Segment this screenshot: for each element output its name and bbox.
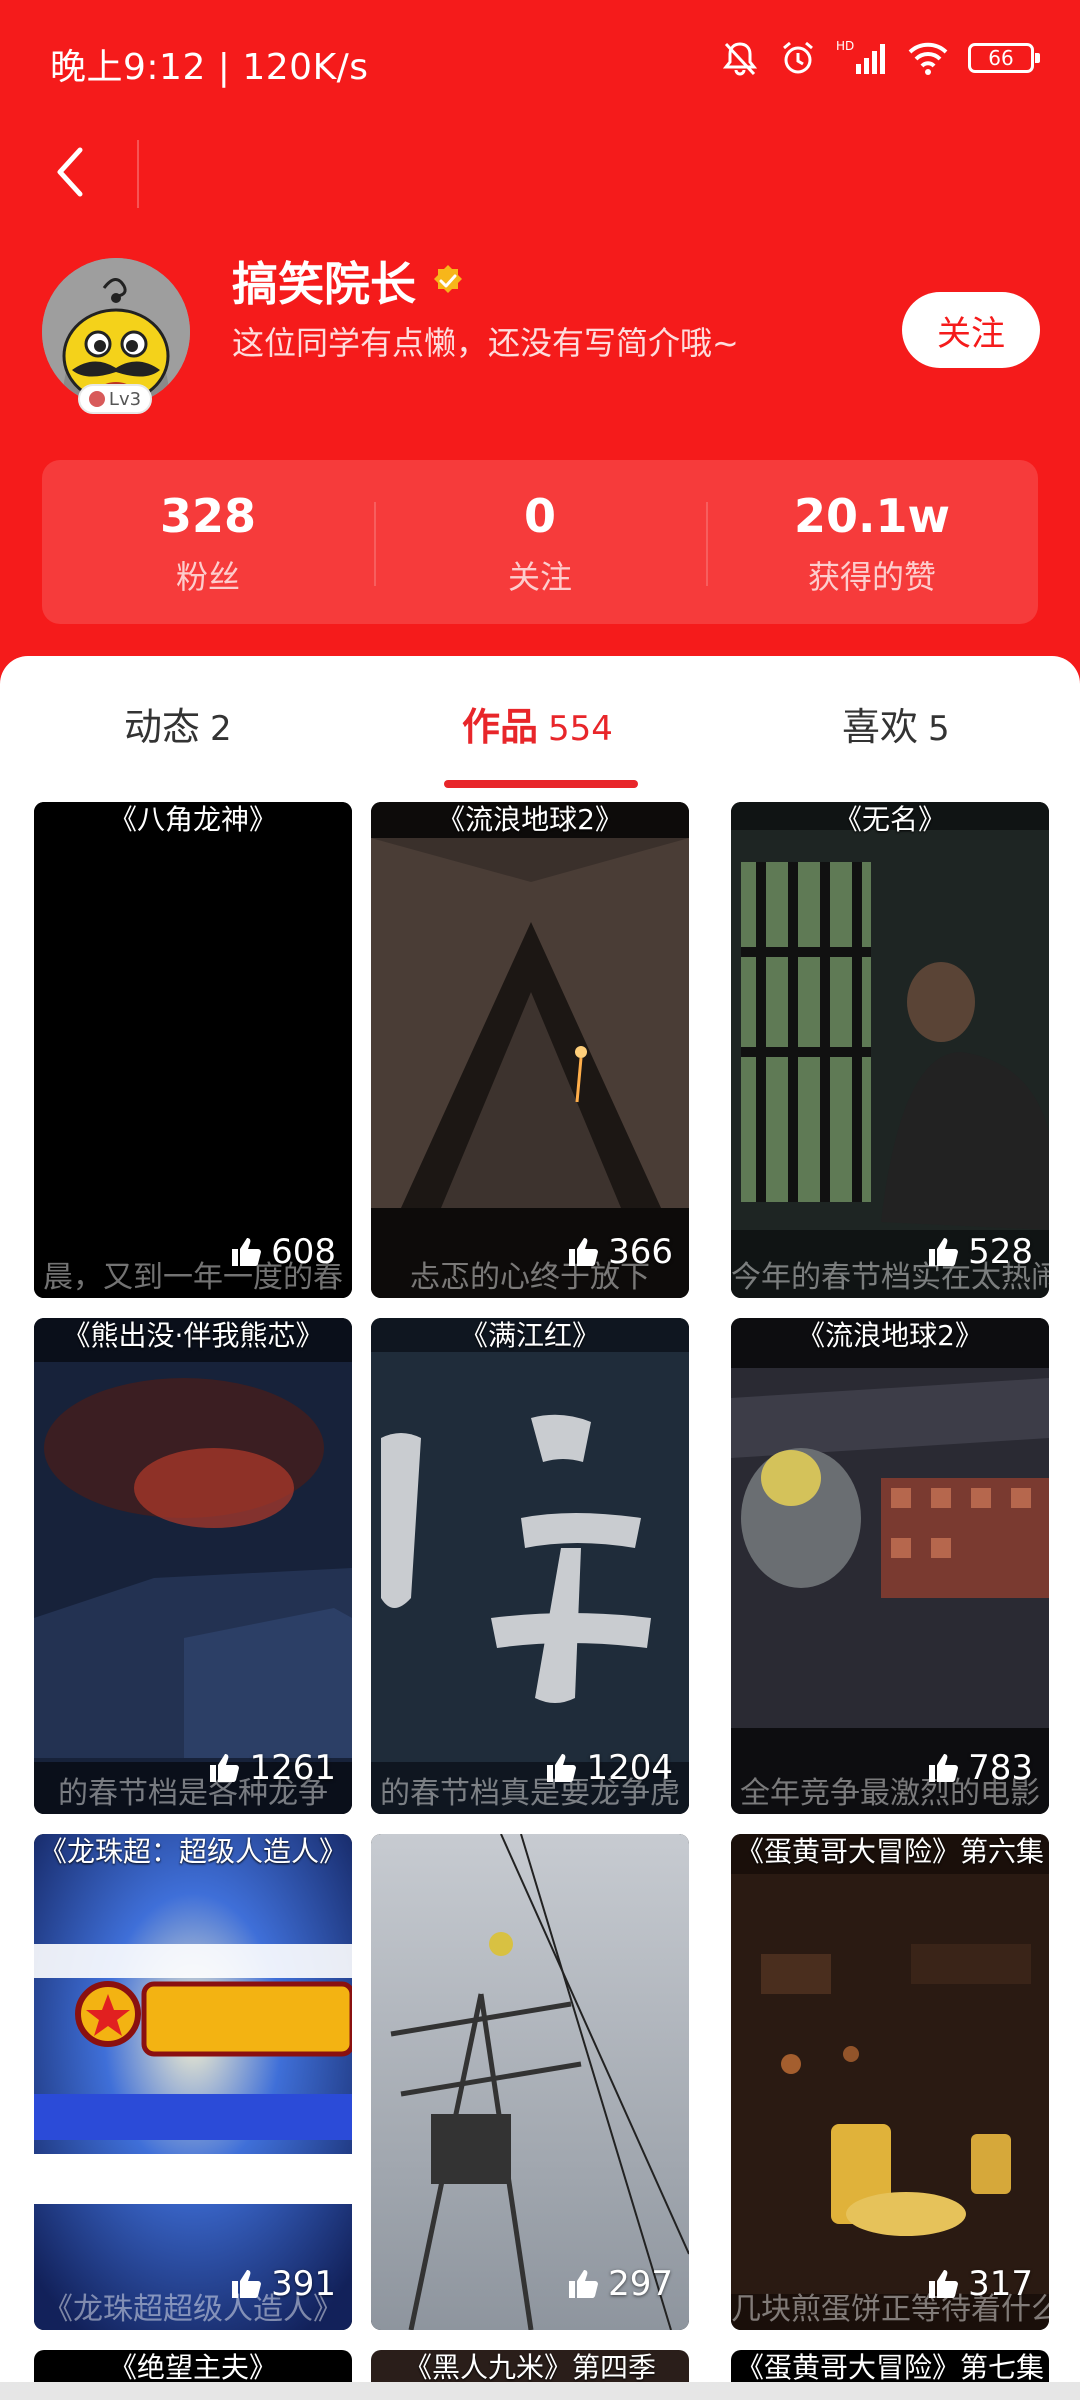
likes-count: 1261 [249,1748,336,1788]
tab-label: 作品 [462,705,539,749]
video-likes: 391 [229,2264,336,2304]
thumbs-up-icon [207,1751,241,1785]
tab-active-indicator [444,780,638,788]
video-likes: 783 [926,1748,1033,1788]
video-thumbnail [34,1834,352,2330]
video-thumbnail [731,1834,1049,2330]
thumbs-up-icon [926,2267,960,2301]
video-title: 《龙珠超：超级人造人》 [38,1835,347,1868]
profile-bio: 这位同学有点懒，还没有写简介哦~ [232,324,739,362]
gesture-bar-area [0,2382,1080,2400]
video-thumbnail [731,802,1049,1298]
tab-favorites[interactable]: 喜欢 5 [842,696,950,751]
video-likes: 366 [566,1232,673,1272]
hd-signal-icon: HD [836,39,885,74]
tab-count: 2 [210,709,232,749]
tab-count: 5 [928,709,950,749]
video-title: 《黑人九米》第四季 [403,2351,656,2384]
video-title: 《绝望主夫》 [108,2351,277,2384]
stat-value: 328 [159,489,257,543]
stats-card: 328 粉丝 0 关注 20.1w 获得的赞 [42,460,1038,624]
stat-fans[interactable]: 328 粉丝 [42,486,374,598]
video-card[interactable]: 《龙珠超：超级人造人》 《龙珠超超级人造人》 391 [34,1834,352,2330]
video-title: 《熊出没·伴我熊芯》 [62,1319,324,1352]
tab-count: 554 [548,709,613,749]
stat-following[interactable]: 0 关注 [374,486,706,598]
likes-count: 317 [968,2264,1033,2304]
video-likes: 528 [926,1232,1033,1272]
video-likes: 608 [229,1232,336,1272]
tab-label: 喜欢 [842,705,919,749]
follow-button[interactable]: 关注 [902,292,1040,368]
chevron-left-icon [57,147,83,197]
stat-value: 0 [523,489,556,543]
tab-moments[interactable]: 动态 2 [124,696,232,751]
video-thumbnail [371,1318,689,1814]
tab-label: 动态 [124,705,201,749]
wifi-icon [908,42,948,75]
video-title: 《八角龙神》 [108,803,277,836]
video-card[interactable]: 《蛋黄哥大冒险》第六集 几块煎蛋饼正等待着什么 317 [731,1834,1049,2330]
thumbs-up-icon [229,2267,263,2301]
thumbs-up-icon [566,2267,600,2301]
video-title: 《蛋黄哥大冒险》第六集 [735,1835,1044,1868]
video-likes: 1261 [207,1748,336,1788]
video-likes: 317 [926,2264,1033,2304]
nav-divider [137,140,139,208]
level-icon [88,391,105,407]
mute-bell-icon [722,42,758,76]
status-icons: HD 66 [720,38,1040,78]
thumbs-up-icon [566,1235,600,1269]
battery-icon: 66 [968,43,1040,73]
status-time: 晚上9:12 | 120K/s [50,47,369,88]
likes-count: 297 [608,2264,673,2304]
video-title: 《蛋黄哥大冒险》第七集 [735,2351,1044,2384]
video-card[interactable]: 《流浪地球2》 忐忑的心终于放下 366 [371,802,689,1298]
stat-label: 关注 [507,558,572,596]
video-likes: 297 [566,2264,673,2304]
likes-count: 391 [271,2264,336,2304]
video-title: 《流浪地球2》 [437,803,623,836]
video-thumbnail [371,802,689,1298]
level-badge: Lv3 [78,384,152,414]
profile-name-row: 搞笑院长 [232,248,466,314]
video-title: 《流浪地球2》 [797,1319,983,1352]
likes-count: 1204 [586,1748,673,1788]
video-thumbnail [34,802,352,1298]
video-thumbnail [34,1318,352,1814]
stat-value: 20.1w [794,489,950,543]
stat-label: 粉丝 [175,558,240,596]
video-thumbnail [371,1834,689,2330]
video-card[interactable]: 《流浪地球2》 全年竞争最激烈的电影 783 [731,1318,1049,1814]
stat-likes[interactable]: 20.1w 获得的赞 [706,486,1038,598]
tab-bar: 动态 2 作品 554 喜欢 5 [0,696,1080,776]
video-likes: 1204 [544,1748,673,1788]
video-card[interactable]: 《熊出没·伴我熊芯》 的春节档是各种龙争 1261 [34,1318,352,1814]
thumbs-up-icon [926,1235,960,1269]
video-card[interactable]: 《满江红》 的春节档真是要龙争虎 1204 [371,1318,689,1814]
video-card[interactable]: 《八角龙神》 晨，又到一年一度的春 608 [34,802,352,1298]
thumbs-up-icon [926,1751,960,1785]
thumbs-up-icon [229,1235,263,1269]
profile-name: 搞笑院长 [232,257,416,311]
video-title: 《无名》 [833,803,946,836]
video-title: 《满江红》 [459,1319,600,1352]
likes-count: 783 [968,1748,1033,1788]
stat-label: 获得的赞 [807,558,936,596]
likes-count: 366 [608,1232,673,1272]
likes-count: 608 [271,1232,336,1272]
video-card[interactable]: 297 [371,1834,689,2330]
svg-text:HD: HD [836,39,854,53]
back-button[interactable] [46,142,96,202]
thumbs-up-icon [544,1751,578,1785]
verified-badge-icon [434,265,462,293]
alarm-icon [783,41,813,74]
tab-works[interactable]: 作品 554 [462,696,613,751]
video-thumbnail [731,1318,1049,1814]
likes-count: 528 [968,1232,1033,1272]
status-bar: 晚上9:12 | 120K/s HD 66 [0,0,1080,120]
video-card[interactable]: 《无名》 今年的春节档实在太热闹了 528 [731,802,1049,1298]
level-text: Lv3 [108,388,142,410]
